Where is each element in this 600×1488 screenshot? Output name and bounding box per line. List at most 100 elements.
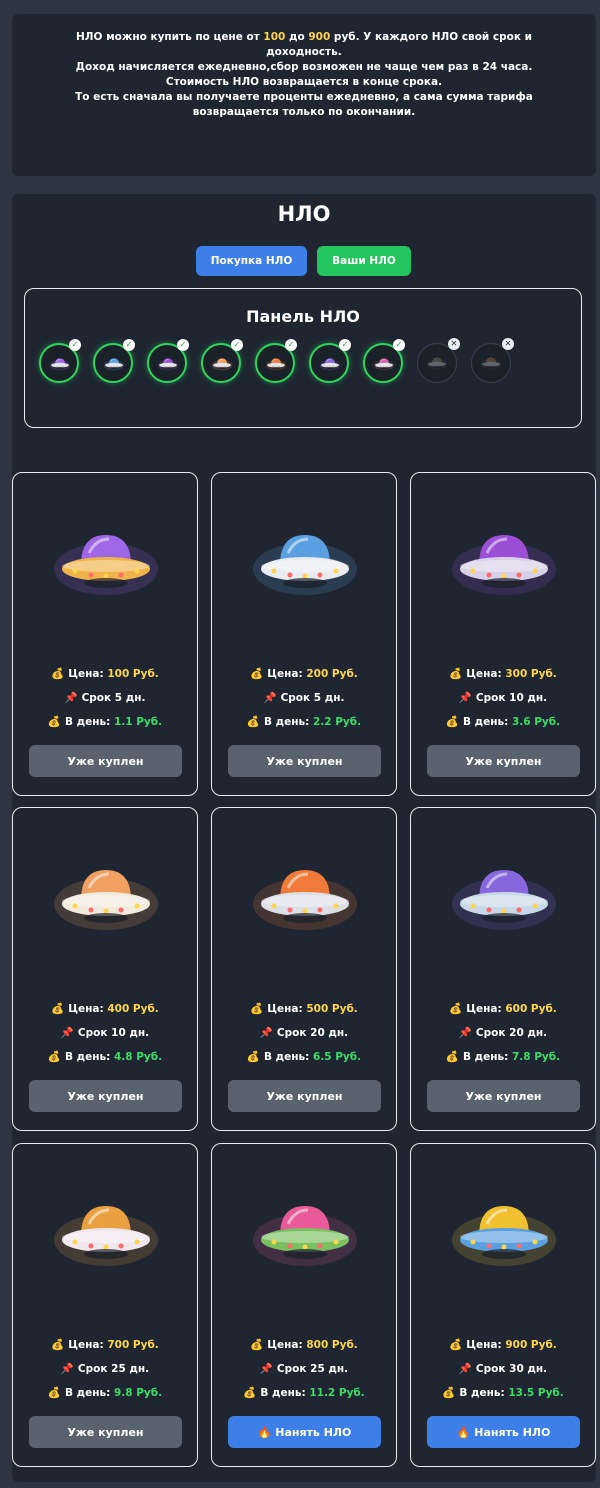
card-term: 📌 Срок 20 дн.: [259, 1027, 349, 1039]
ufo-icon: [250, 523, 360, 603]
money-bag-icon: 💰: [445, 716, 459, 728]
card-daily: 💰 В день: 9.8 Руб.: [47, 1387, 163, 1399]
money-bag-icon: 💰: [51, 1003, 65, 1015]
money-bag-icon: 💰: [243, 1387, 257, 1399]
ufo-panel-title: Панель НЛО: [246, 307, 360, 326]
check-icon: ✓: [339, 339, 351, 351]
check-icon: ✓: [177, 339, 189, 351]
money-bag-icon: 💰: [246, 716, 260, 728]
card-term: 📌 Срок 10 дн.: [60, 1027, 150, 1039]
tab-my-ufo[interactable]: Ваши НЛО: [317, 246, 411, 276]
card-daily: 💰 В день: 11.2 Руб.: [243, 1387, 365, 1399]
card-price: 💰 Цена: 400 Руб.: [51, 1003, 159, 1015]
card-price: 💰 Цена: 200 Руб.: [250, 668, 358, 680]
ufo-card: 💰 Цена: 800 Руб. 📌 Срок 25 дн. 💰 В день: 11…: [211, 1143, 397, 1467]
info-line-5: То есть сначала вы получаете проценты еж…: [75, 91, 533, 103]
money-bag-icon: 💰: [47, 716, 61, 728]
pin-icon: 📌: [64, 692, 78, 704]
check-icon: ✓: [231, 339, 243, 351]
hire-ufo-button[interactable]: 🔥 Нанять НЛО: [427, 1416, 580, 1448]
fire-icon: 🔥: [257, 1425, 272, 1439]
money-bag-icon: 💰: [250, 1339, 264, 1351]
money-bag-icon: 💰: [449, 1003, 463, 1015]
pin-icon: 📌: [60, 1363, 74, 1375]
pin-icon: 📌: [458, 1363, 472, 1375]
card-daily: 💰 В день: 7.8 Руб.: [445, 1051, 561, 1063]
card-daily: 💰 В день: 4.8 Руб.: [47, 1051, 163, 1063]
pin-icon: 📌: [263, 692, 277, 704]
ufo-icon: [211, 356, 233, 376]
already-bought-button[interactable]: Уже куплен: [228, 1080, 381, 1112]
already-bought-button[interactable]: Уже куплен: [427, 1080, 580, 1112]
ufo-icon: [250, 1194, 360, 1274]
panel-slot: ✕: [417, 338, 460, 383]
money-bag-icon: 💰: [51, 1339, 65, 1351]
panel-slot: ✓: [147, 339, 189, 383]
info-line-1: НЛО можно купить по цене от 100 до 900 р…: [75, 31, 533, 43]
card-daily: 💰 В день: 13.5 Руб.: [442, 1387, 564, 1399]
money-bag-icon: 💰: [250, 668, 264, 680]
money-bag-icon: 💰: [51, 668, 65, 680]
tab-buy-ufo[interactable]: Покупка НЛО: [196, 246, 307, 276]
ufo-card: 💰 Цена: 400 Руб. 📌 Срок 10 дн. 💰 В день: 4.…: [12, 807, 198, 1131]
money-bag-icon: 💰: [47, 1051, 61, 1063]
card-term: 📌 Срок 30 дн.: [458, 1363, 548, 1375]
ufo-icon: [449, 523, 559, 603]
panel-slot: ✓: [93, 339, 135, 383]
info-line-2: доходность.: [266, 46, 342, 58]
money-bag-icon: 💰: [449, 668, 463, 680]
check-icon: ✓: [69, 339, 81, 351]
info-box: НЛО можно купить по цене от 100 до 900 р…: [12, 14, 596, 176]
card-price: 💰 Цена: 900 Руб.: [449, 1339, 557, 1351]
ufo-icon: [51, 523, 161, 603]
ufo-icon: [373, 356, 395, 376]
ufo-card: 💰 Цена: 900 Руб. 📌 Срок 30 дн. 💰 В день: 13…: [410, 1143, 596, 1467]
already-bought-button[interactable]: Уже куплен: [29, 1080, 182, 1112]
card-term: 📌 Срок 25 дн.: [60, 1363, 150, 1375]
panel-slot: ✓: [255, 339, 297, 383]
already-bought-button[interactable]: Уже куплен: [29, 1416, 182, 1448]
panel-slot: ✓: [201, 339, 243, 383]
already-bought-button[interactable]: Уже куплен: [228, 745, 381, 777]
ufo-card: 💰 Цена: 300 Руб. 📌 Срок 10 дн. 💰 В день: 3.…: [410, 472, 596, 796]
ufo-icon: [49, 356, 71, 376]
money-bag-icon: 💰: [442, 1387, 456, 1399]
info-line-4: Стоимость НЛО возвращается в конце срока…: [165, 76, 443, 88]
card-daily: 💰 В день: 3.6 Руб.: [445, 716, 561, 728]
panel-slot: ✕: [471, 338, 514, 383]
money-bag-icon: 💰: [445, 1051, 459, 1063]
hire-ufo-button[interactable]: 🔥 Нанять НЛО: [228, 1416, 381, 1448]
card-term: 📌 Срок 5 дн.: [263, 692, 345, 704]
already-bought-button[interactable]: Уже куплен: [427, 745, 580, 777]
check-icon: ✓: [123, 339, 135, 351]
close-icon: ✕: [502, 338, 514, 350]
check-icon: ✓: [285, 339, 297, 351]
pin-icon: 📌: [458, 692, 472, 704]
min-price: 100: [263, 31, 286, 43]
info-line-3: Доход начисляется ежедневно,сбор возможе…: [75, 61, 533, 73]
ufo-card: 💰 Цена: 600 Руб. 📌 Срок 20 дн. 💰 В день: 7.…: [410, 807, 596, 1131]
card-term: 📌 Срок 10 дн.: [458, 692, 548, 704]
ufo-card: 💰 Цена: 100 Руб. 📌 Срок 5 дн. 💰 В день: 1.1…: [12, 472, 198, 796]
card-price: 💰 Цена: 700 Руб.: [51, 1339, 159, 1351]
ufo-panel: Панель НЛО ✓ ✓ ✓ ✓ ✓ ✓ ✓ ✕ ✕: [24, 288, 582, 428]
ufo-icon: [319, 356, 341, 376]
ufo-icon: [51, 858, 161, 938]
ufo-icon: [426, 355, 448, 375]
info-line-6: возвращается только по окончании.: [192, 106, 416, 118]
ufo-icon: [157, 356, 179, 376]
card-price: 💰 Цена: 600 Руб.: [449, 1003, 557, 1015]
ufo-card: 💰 Цена: 700 Руб. 📌 Срок 25 дн. 💰 В день: 9.…: [12, 1143, 198, 1467]
already-bought-button[interactable]: Уже куплен: [29, 745, 182, 777]
ufo-card: 💰 Цена: 200 Руб. 📌 Срок 5 дн. 💰 В день: 2.2…: [211, 472, 397, 796]
ufo-card: 💰 Цена: 500 Руб. 📌 Срок 20 дн. 💰 В день: 6.…: [211, 807, 397, 1131]
pin-icon: 📌: [60, 1027, 74, 1039]
fire-icon: 🔥: [456, 1425, 471, 1439]
ufo-icon: [250, 858, 360, 938]
panel-slot: ✓: [309, 339, 351, 383]
panel-slot: ✓: [363, 339, 405, 383]
card-price: 💰 Цена: 300 Руб.: [449, 668, 557, 680]
card-term: 📌 Срок 25 дн.: [259, 1363, 349, 1375]
card-price: 💰 Цена: 800 Руб.: [250, 1339, 358, 1351]
max-price: 900: [308, 31, 331, 43]
